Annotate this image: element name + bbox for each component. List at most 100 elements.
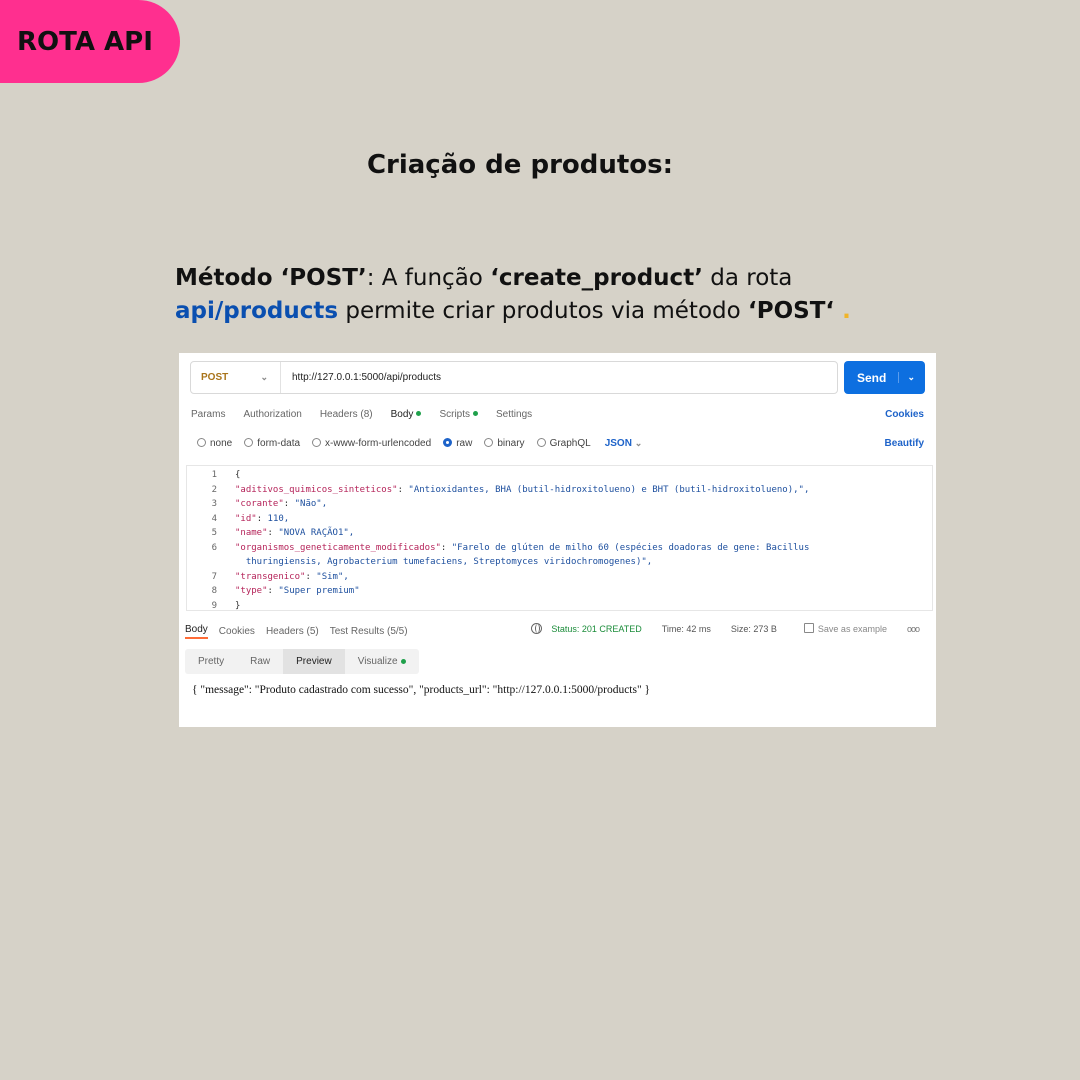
cookies-link[interactable]: Cookies bbox=[885, 409, 924, 420]
radio-urlencoded[interactable]: x-www-form-urlencoded bbox=[312, 437, 432, 449]
description: Método ‘POST’: A função ‘create_product’… bbox=[175, 262, 935, 328]
line-number: 6 bbox=[211, 542, 217, 553]
desc-dot: . bbox=[834, 298, 851, 324]
json-value: "Antioxidantes, BHA (butil-hidroxitoluen… bbox=[408, 484, 810, 495]
response-size: Size: 273 B bbox=[730, 623, 777, 634]
view-preview[interactable]: Preview bbox=[283, 649, 345, 674]
resp-tab-body[interactable]: Body bbox=[185, 624, 208, 639]
code-line: 7 "transgenico": "Sim", bbox=[187, 570, 932, 585]
json-value: 110, bbox=[267, 513, 290, 524]
json-separator: : bbox=[305, 571, 317, 582]
tab-settings[interactable]: Settings bbox=[496, 409, 532, 420]
resp-tab-headers[interactable]: Headers (5) bbox=[266, 626, 319, 637]
line-number: 7 bbox=[211, 571, 217, 582]
view-raw[interactable]: Raw bbox=[237, 649, 283, 674]
line-number: 3 bbox=[211, 499, 217, 509]
status-dot-icon bbox=[400, 659, 406, 664]
tab-params[interactable]: Params bbox=[191, 409, 225, 420]
radio-none[interactable]: none bbox=[197, 437, 233, 449]
beautify-link[interactable]: Beautify bbox=[885, 438, 924, 449]
line-number: 4 bbox=[211, 513, 217, 524]
json-separator: : bbox=[440, 542, 452, 553]
json-value: "NOVA RAÇÃO1", bbox=[278, 528, 355, 538]
request-tabs: Params Authorization Headers (8) Body Sc… bbox=[191, 406, 924, 422]
code-text: "id": 110, bbox=[235, 512, 289, 527]
status-dot-icon bbox=[416, 411, 422, 417]
tab-headers[interactable]: Headers (8) bbox=[320, 409, 373, 420]
method-label: Método ‘POST’ bbox=[175, 265, 367, 291]
code-text: "name": "NOVA RAÇÃO1", bbox=[235, 526, 354, 541]
code-line: 6 "organismos_geneticamente_modificados":… bbox=[187, 541, 932, 556]
method-select[interactable]: POST ⌄ bbox=[191, 362, 281, 393]
json-key: "id" bbox=[235, 513, 257, 524]
json-key: "corante" bbox=[235, 499, 284, 509]
line-number: 1 bbox=[211, 470, 217, 480]
json-separator: : bbox=[283, 499, 295, 509]
view-pretty[interactable]: Pretty bbox=[185, 649, 237, 674]
tab-authorization[interactable]: Authorization bbox=[243, 409, 301, 420]
line-number: 2 bbox=[211, 484, 217, 495]
save-icon bbox=[803, 623, 814, 633]
response-preview: { "message": "Produto cadastrado com suc… bbox=[192, 684, 651, 696]
radio-label: none bbox=[210, 437, 233, 449]
response-time: Time: 42 ms bbox=[661, 623, 711, 634]
code-text: "type": "Super premium" bbox=[235, 584, 360, 599]
line-number: 9 bbox=[211, 600, 217, 611]
code-line: 1{ bbox=[187, 468, 932, 483]
globe-icon bbox=[531, 623, 543, 634]
code-text: "transgenico": "Sim", bbox=[235, 570, 349, 585]
code-fragment: } bbox=[235, 600, 241, 611]
radio-icon bbox=[244, 437, 254, 447]
send-chevron-down-icon[interactable]: ⌄ bbox=[898, 372, 915, 383]
code-line: thuringiensis, Agrobacterium tumefaciens… bbox=[187, 555, 932, 570]
method-again: ‘POST‘ bbox=[748, 298, 835, 324]
json-key: "name" bbox=[235, 528, 268, 538]
tab-scripts-label: Scripts bbox=[439, 408, 470, 420]
radio-label: x-www-form-urlencoded bbox=[325, 437, 432, 449]
format-select[interactable]: JSON ⌄ bbox=[605, 438, 643, 449]
send-label: Send bbox=[857, 370, 887, 385]
desc-text-3: permite criar produtos via método bbox=[338, 298, 749, 324]
code-line: 8 "type": "Super premium" bbox=[187, 584, 932, 599]
response-view-tabs: Pretty Raw Preview Visualize bbox=[185, 649, 419, 674]
status-dot-icon bbox=[473, 411, 478, 417]
json-value: "Não", bbox=[294, 499, 328, 509]
tab-body[interactable]: Body bbox=[391, 409, 422, 420]
code-editor[interactable]: 1{2 "aditivos_quimicos_sinteticos": "Anti… bbox=[186, 465, 933, 611]
format-value: JSON bbox=[604, 437, 632, 449]
more-options-button[interactable]: ooo bbox=[907, 624, 920, 634]
radio-graphql[interactable]: GraphQL bbox=[536, 437, 591, 449]
code-text: { bbox=[235, 468, 240, 483]
page-title: Criação de produtos: bbox=[366, 150, 674, 180]
route-badge: ROTA API bbox=[0, 0, 180, 83]
view-visualize[interactable]: Visualize bbox=[345, 649, 419, 674]
code-text: "aditivos_quimicos_sinteticos": "Antioxi… bbox=[235, 483, 809, 498]
resp-tab-cookies[interactable]: Cookies bbox=[219, 626, 255, 637]
view-visualize-label: Visualize bbox=[357, 656, 398, 667]
chevron-down-icon: ⌄ bbox=[260, 372, 268, 382]
url-input[interactable]: http://127.0.0.1:5000/api/products bbox=[281, 372, 441, 383]
code-text: "corante": "Não", bbox=[235, 497, 327, 512]
radio-form-data[interactable]: form-data bbox=[244, 437, 300, 449]
code-line: 2 "aditivos_quimicos_sinteticos": "Antiox… bbox=[187, 483, 932, 498]
json-separator: : bbox=[256, 513, 268, 524]
json-key: "aditivos_quimicos_sinteticos" bbox=[235, 484, 398, 495]
radio-binary[interactable]: binary bbox=[484, 437, 525, 449]
function-name: ‘create_product’ bbox=[490, 265, 703, 291]
desc-text-2: da rota bbox=[702, 265, 793, 291]
radio-label: binary bbox=[497, 437, 525, 449]
code-text: thuringiensis, Agrobacterium tumefaciens… bbox=[235, 555, 652, 570]
radio-raw[interactable]: raw bbox=[443, 437, 472, 449]
body-type-options: none form-data x-www-form-urlencoded raw… bbox=[197, 435, 924, 451]
save-example-button[interactable]: Save as example bbox=[803, 623, 887, 634]
line-number: 8 bbox=[211, 586, 217, 596]
send-button[interactable]: Send ⌄ bbox=[844, 361, 925, 394]
route-name: api/products bbox=[175, 298, 339, 324]
code-text: "organismos_geneticamente_modificados": … bbox=[235, 541, 809, 556]
code-line: 4 "id": 110, bbox=[187, 512, 932, 527]
resp-tab-test-results[interactable]: Test Results (5/5) bbox=[330, 626, 408, 637]
tab-scripts[interactable]: Scripts bbox=[439, 409, 478, 420]
json-separator: : bbox=[267, 528, 279, 538]
code-line: 9} bbox=[187, 599, 932, 614]
response-status: Status: 201 CREATED Time: 42 ms Size: 27… bbox=[531, 623, 930, 634]
